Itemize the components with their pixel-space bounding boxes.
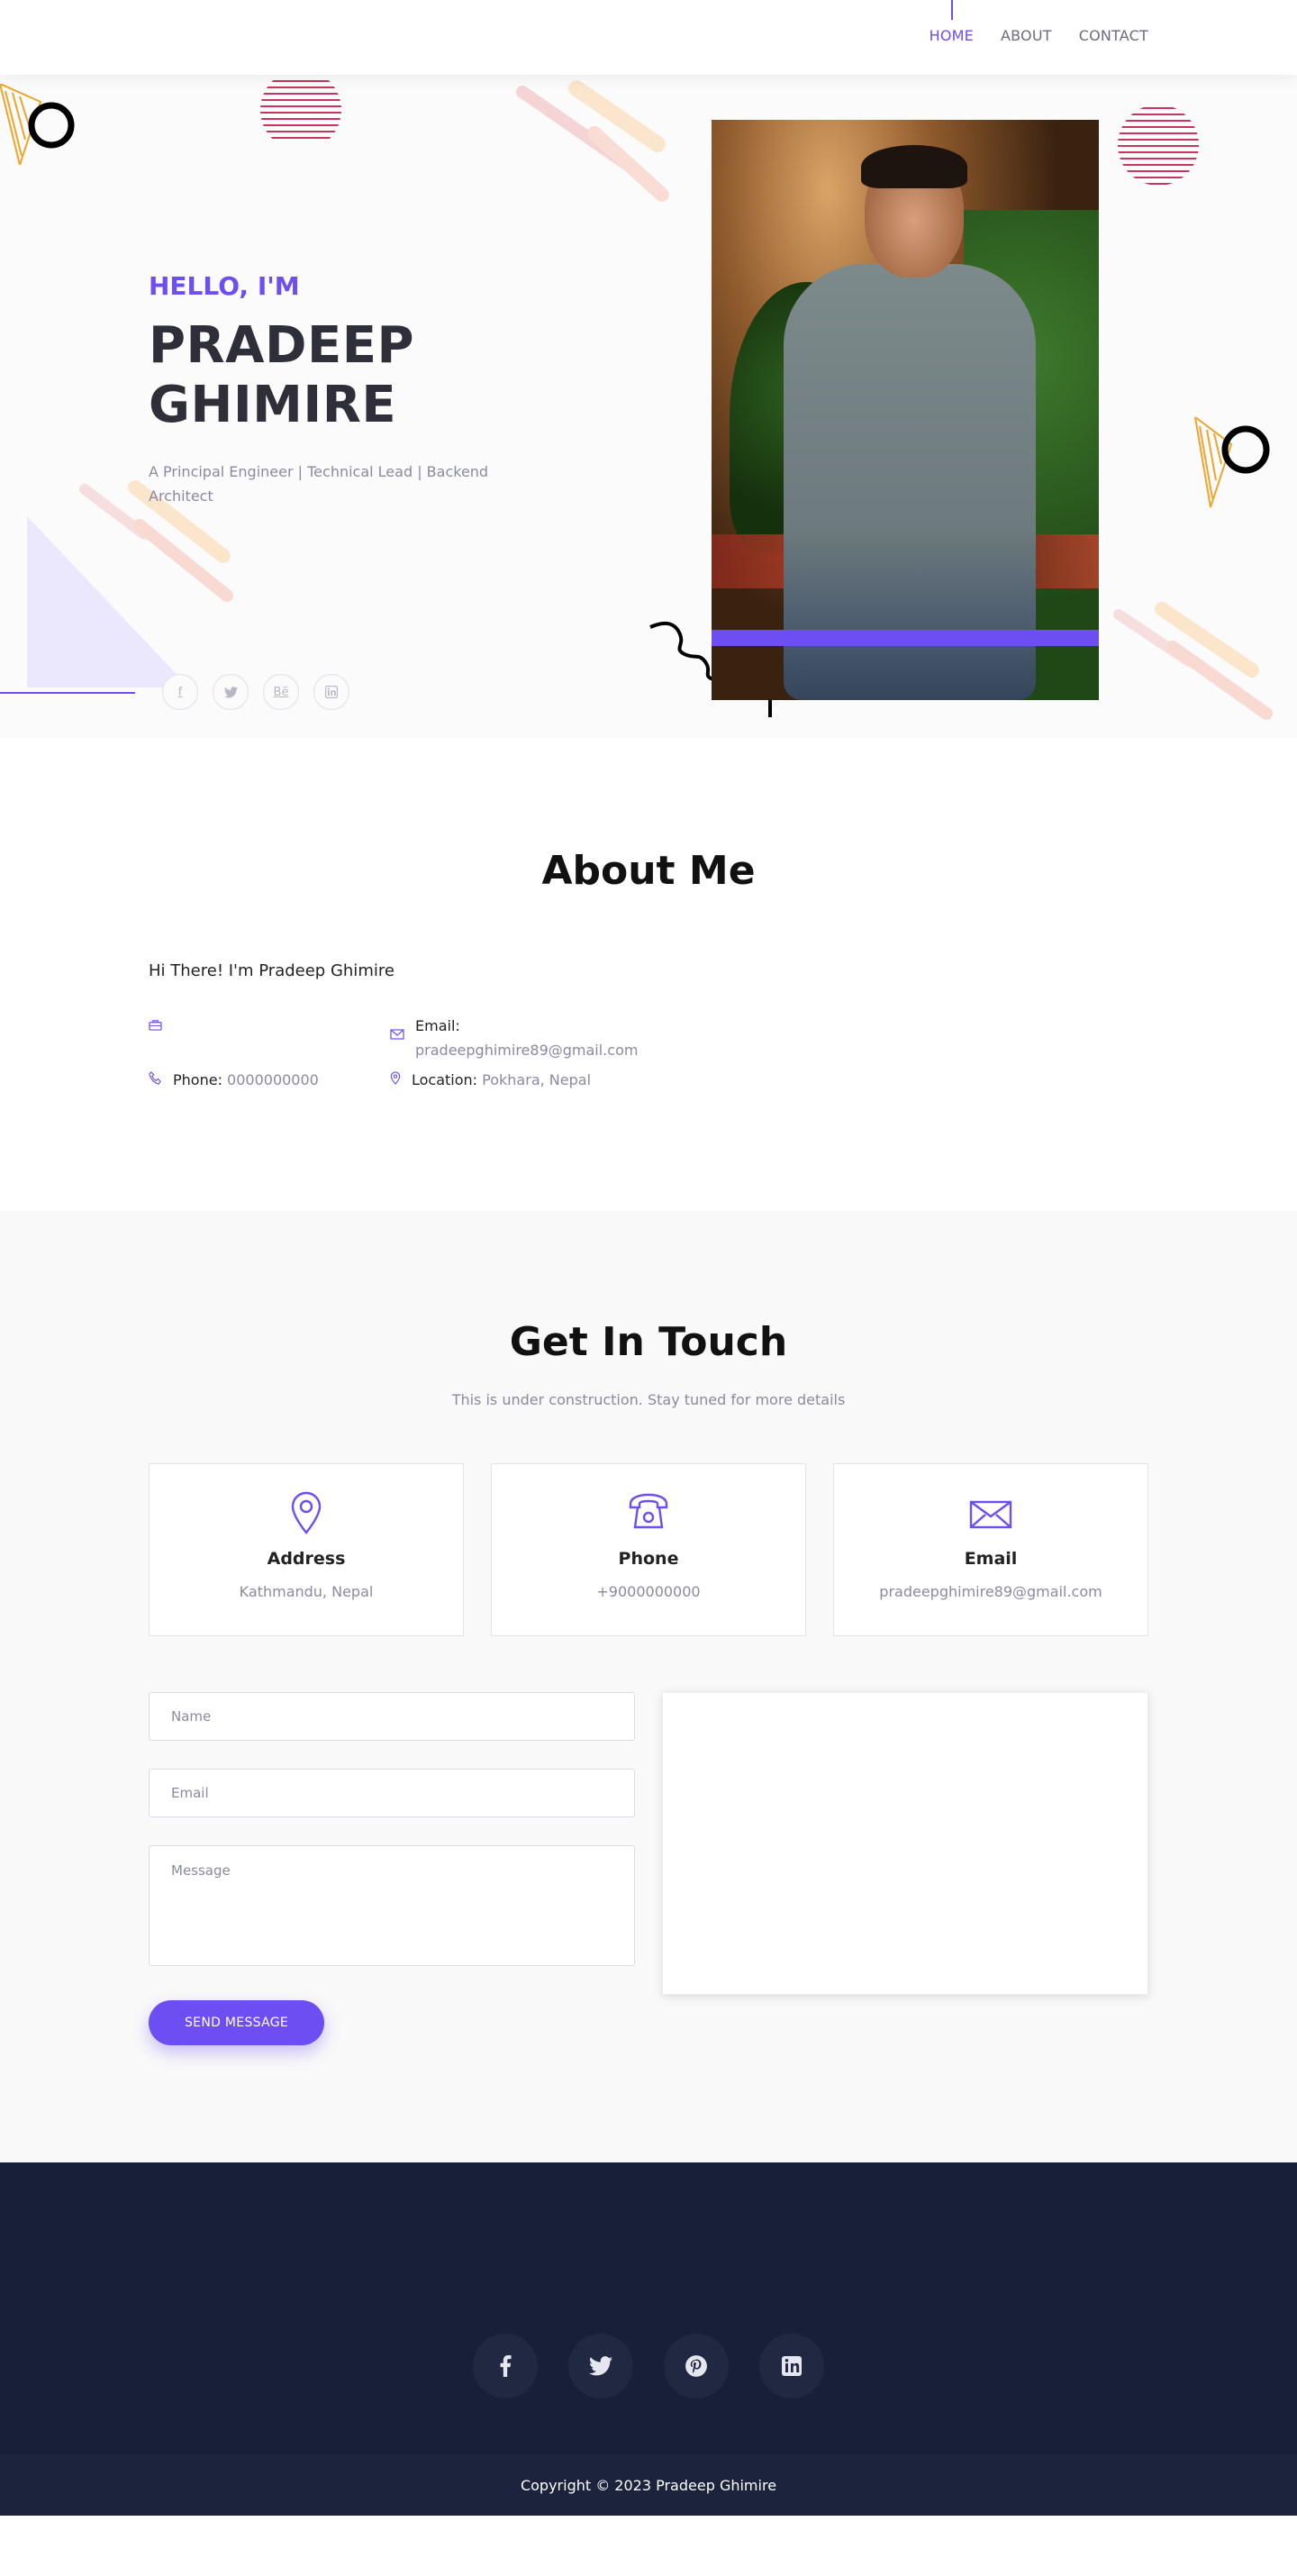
striped-circle-decoration [260,80,341,139]
contact-card-value: Kathmandu, Nepal [239,1583,374,1600]
contact-card-title: Phone [618,1549,679,1569]
twitter-bird-glyph [223,686,238,697]
triangle-ring-decoration-right [1193,417,1270,508]
copyright-text: Copyright © 2023 Pradeep Ghimire [0,2454,1297,2516]
behance-icon[interactable]: Bē [263,674,299,710]
about-info-email: Email: pradeepghimire89@gmail.com [390,1014,638,1062]
about-info-location: Location: Pokhara, Nepal [390,1068,591,1094]
hero-greeting: HELLO, I'M [149,271,300,301]
twitter-icon[interactable] [213,674,249,710]
about-email-block: Email: pradeepghimire89@gmail.com [415,1014,638,1062]
contact-card-value: pradeepghimire89@gmail.com [879,1583,1102,1600]
contact-card-phone: Phone +9000000000 [491,1463,806,1636]
footer-social-links [0,2334,1297,2399]
name-input[interactable] [149,1692,635,1741]
about-phone-text: Phone: 0000000000 [173,1068,319,1094]
contact-title: Get In Touch [509,1319,788,1365]
envelope-icon [390,1024,404,1062]
hero-tagline: A Principal Engineer | Technical Lead | … [149,463,489,505]
contact-card-address: Address Kathmandu, Nepal [149,1463,464,1636]
email-input[interactable] [149,1769,635,1817]
diagonal-lines-decoration-bottom-right [1113,602,1273,720]
about-section: About Me Hi There! I'm Pradeep Ghimire E… [0,738,1297,1211]
hero-name: PRADEEP GHIMIRE [149,316,527,435]
message-textarea[interactable] [149,1845,635,1966]
contact-section: Get In Touch This is under construction.… [0,1211,1297,2162]
triangle-ring-decoration [0,84,75,165]
contact-card-email: Email pradeepghimire89@gmail.com [833,1463,1148,1636]
about-email-value[interactable]: pradeepghimire89@gmail.com [415,1042,638,1059]
send-message-button[interactable]: SEND MESSAGE [149,2000,324,2045]
nav-contact-link[interactable]: CONTACT [1079,27,1148,44]
about-info-empty [149,1014,162,1040]
linkedin-icon[interactable] [313,674,349,710]
linkedin-glyph [325,686,338,698]
about-location-value: Pokhara, Nepal [482,1071,592,1088]
top-navbar: HOME ABOUT CONTACT [0,0,1297,75]
diagonal-lines-decoration [516,80,669,202]
envelope-icon [834,1491,1147,1536]
nav-about-link[interactable]: ABOUT [1001,27,1052,44]
nav-home-link[interactable]: HOME [930,0,974,44]
pinterest-icon[interactable] [664,2334,729,2399]
about-phone-label: Phone: [173,1071,222,1088]
twitter-icon[interactable] [568,2334,633,2399]
facebook-icon[interactable]: f [162,674,198,710]
about-info-phone: Phone: 0000000000 [149,1068,319,1094]
contact-subtitle: This is under construction. Stay tuned f… [451,1391,846,1408]
location-pin-icon [390,1070,401,1094]
footer: Copyright © 2023 Pradeep Ghimire [0,2162,1297,2516]
profile-photo [712,120,1099,700]
about-title: About Me [541,848,756,894]
striped-circle-decoration-right [1118,107,1199,185]
contact-card-title: Email [964,1549,1018,1569]
about-location-label: Location: [412,1071,478,1088]
about-phone-value: 0000000000 [227,1071,319,1088]
about-subtitle: Hi There! I'm Pradeep Ghimire [149,961,395,980]
facebook-icon[interactable] [473,2334,538,2399]
nav-menu: HOME ABOUT CONTACT [930,0,1148,44]
map-embed[interactable] [662,1692,1148,1995]
map-pin-icon [150,1491,463,1536]
linkedin-icon[interactable] [759,2334,824,2399]
contact-card-value: +9000000000 [596,1583,701,1600]
hero-name-line-1: PRADEEP [149,316,415,375]
hero-social-links: f Bē [162,674,349,710]
hero-name-line-2: GHIMIRE [149,376,397,434]
hero-section: HELLO, I'M PRADEEP GHIMIRE A Principal E… [0,75,1297,738]
about-email-label: Email: [415,1017,460,1034]
phone-icon [149,1070,162,1094]
about-location-text: Location: Pokhara, Nepal [412,1068,591,1094]
briefcase-icon [149,1015,162,1040]
photo-person-hair [861,145,967,188]
photo-accent-bar [712,630,1099,646]
contact-card-title: Address [267,1549,346,1569]
telephone-icon [492,1491,805,1536]
